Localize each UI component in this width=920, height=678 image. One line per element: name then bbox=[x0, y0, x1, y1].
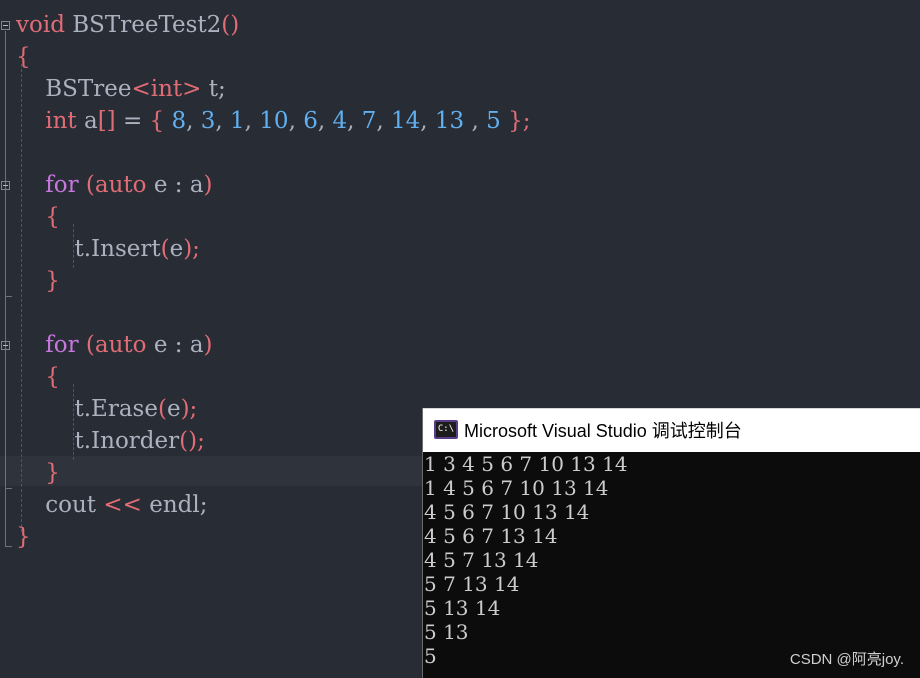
code-token: = bbox=[115, 108, 150, 134]
code-token: for bbox=[16, 172, 79, 198]
code-token: cout bbox=[16, 492, 104, 518]
code-line[interactable]: for (auto e : a) bbox=[16, 329, 213, 361]
fold-guide-end bbox=[5, 488, 12, 489]
code-line[interactable]: { bbox=[16, 361, 60, 393]
code-token: }; bbox=[508, 108, 531, 134]
code-line[interactable]: { bbox=[16, 41, 31, 73]
code-token: (); bbox=[179, 428, 205, 454]
code-token: , bbox=[244, 108, 260, 134]
collapse-function-icon[interactable] bbox=[1, 21, 10, 30]
code-token: t.Inorder bbox=[16, 428, 180, 454]
code-token: 13 bbox=[434, 108, 465, 134]
console-output: 1 3 4 5 6 7 10 13 14 1 4 5 6 7 10 13 14 4 … bbox=[424, 452, 919, 668]
console-output-line: 4 5 7 13 14 bbox=[424, 548, 539, 572]
code-token: { bbox=[16, 44, 31, 70]
console-output-line: 4 5 6 7 13 14 bbox=[424, 524, 558, 548]
code-token: } bbox=[16, 268, 60, 294]
code-token: , bbox=[347, 108, 362, 134]
fold-guide-end bbox=[5, 296, 12, 297]
code-token: } bbox=[16, 460, 60, 486]
code-token: BSTreeTest2 bbox=[64, 12, 222, 38]
code-token: ); bbox=[183, 236, 200, 262]
code-token: ( bbox=[157, 396, 167, 422]
fold-guide bbox=[5, 31, 6, 546]
code-token: { bbox=[16, 364, 60, 390]
code-token: 7 bbox=[361, 108, 377, 134]
code-token: { bbox=[16, 204, 60, 230]
code-token: for bbox=[16, 332, 79, 358]
code-line[interactable]: } bbox=[16, 265, 60, 297]
code-line[interactable]: { bbox=[16, 201, 60, 233]
code-line[interactable]: } bbox=[16, 457, 60, 489]
code-token: auto bbox=[94, 332, 147, 358]
code-token: , bbox=[317, 108, 333, 134]
code-token: ( bbox=[78, 332, 95, 358]
code-token: , bbox=[186, 108, 201, 134]
code-token: , bbox=[464, 108, 487, 134]
code-line[interactable]: for (auto e : a) bbox=[16, 169, 213, 201]
code-line[interactable]: cout << endl; bbox=[16, 489, 207, 521]
collapse-for-loop-icon[interactable] bbox=[1, 341, 10, 350]
code-token: , bbox=[215, 108, 231, 134]
code-token: { bbox=[149, 108, 165, 134]
console-output-line: 5 13 14 bbox=[424, 596, 501, 620]
code-token: ) bbox=[203, 332, 213, 358]
code-token: , bbox=[376, 108, 391, 134]
code-token: e bbox=[166, 396, 181, 422]
code-token: 3 bbox=[200, 108, 216, 134]
code-token: int bbox=[16, 108, 77, 134]
collapse-for-loop-icon[interactable] bbox=[1, 181, 10, 190]
code-token: t.Erase bbox=[16, 396, 158, 422]
code-token: ); bbox=[180, 396, 198, 422]
console-output-line: 1 3 4 5 6 7 10 13 14 bbox=[424, 452, 628, 476]
console-icon-label: C:\ bbox=[436, 422, 456, 437]
code-line[interactable]: t.Insert(e); bbox=[16, 233, 200, 265]
code-token: [] bbox=[97, 108, 116, 134]
code-token: auto bbox=[94, 172, 147, 198]
code-line[interactable]: BSTree<int> t; bbox=[16, 73, 226, 105]
code-line[interactable]: t.Inorder(); bbox=[16, 425, 205, 457]
console-output-line: 1 4 5 6 7 10 13 14 bbox=[424, 476, 609, 500]
code-line[interactable]: } bbox=[16, 521, 31, 553]
console-title: Microsoft Visual Studio 调试控制台 bbox=[464, 421, 742, 441]
code-token: 14 bbox=[391, 108, 421, 134]
code-token: << bbox=[103, 492, 142, 518]
code-token: 6 bbox=[303, 108, 318, 134]
code-token: endl; bbox=[141, 492, 208, 518]
code-token: ( bbox=[78, 172, 95, 198]
code-token: , bbox=[420, 108, 435, 134]
code-token: 1 bbox=[230, 108, 245, 134]
code-token: 5 bbox=[486, 108, 501, 134]
code-token: 10 bbox=[259, 108, 289, 134]
code-token: } bbox=[16, 524, 31, 550]
code-token: void bbox=[16, 12, 65, 38]
code-token: 8 bbox=[164, 108, 187, 134]
code-token: <int> bbox=[131, 76, 202, 102]
console-output-line: 4 5 6 7 10 13 14 bbox=[424, 500, 590, 524]
code-token: e bbox=[169, 236, 184, 262]
code-token: ) bbox=[203, 172, 213, 198]
code-token: e : a bbox=[146, 332, 204, 358]
code-line[interactable]: void BSTreeTest2() bbox=[16, 9, 239, 41]
code-token: 4 bbox=[332, 108, 348, 134]
code-token: e : a bbox=[146, 172, 204, 198]
watermark: CSDN @阿亮joy. bbox=[789, 651, 904, 668]
console-app-icon: C:\ bbox=[434, 420, 458, 439]
debug-console-window[interactable]: C:\ Microsoft Visual Studio 调试控制台 1 3 4 … bbox=[422, 408, 920, 678]
code-token: () bbox=[221, 12, 240, 38]
code-token: t; bbox=[201, 76, 226, 102]
console-titlebar[interactable]: C:\ Microsoft Visual Studio 调试控制台 bbox=[423, 408, 920, 452]
fold-guide-end bbox=[5, 546, 12, 547]
console-output-line: 5 13 bbox=[424, 620, 469, 644]
code-token: ( bbox=[160, 236, 170, 262]
code-token: , bbox=[288, 108, 304, 134]
console-output-line: 5 7 13 14 bbox=[424, 572, 520, 596]
code-token: t.Insert bbox=[16, 236, 161, 262]
code-token: a bbox=[76, 108, 98, 134]
code-token: BSTree bbox=[16, 76, 132, 102]
code-line[interactable]: int a[] = { 8, 3, 1, 10, 6, 4, 7, 14, 13… bbox=[16, 105, 530, 137]
code-line[interactable]: t.Erase(e); bbox=[16, 393, 197, 425]
